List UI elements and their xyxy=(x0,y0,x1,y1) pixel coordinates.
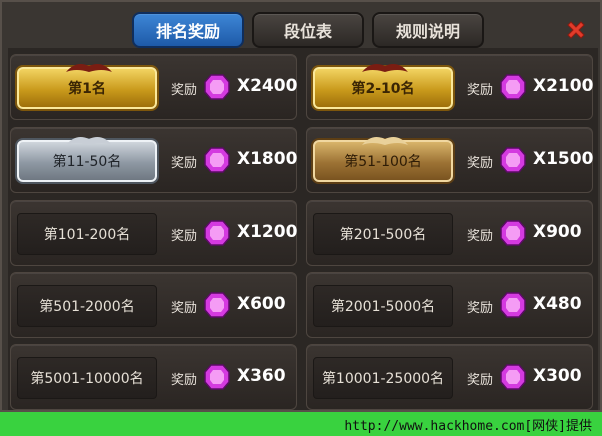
reward-row: 第101-200名 奖励 X1200 xyxy=(10,200,297,266)
watermark-footer: http://www.hackhome.com[网侠]提供 xyxy=(0,412,602,436)
gem-icon xyxy=(500,364,526,390)
rank-label: 第501-2000名 xyxy=(39,299,135,315)
reward-row: 第2-10名 奖励 X2100 xyxy=(306,54,593,120)
reward-label: 奖励 xyxy=(467,83,494,98)
reward-label: 奖励 xyxy=(171,83,198,98)
rank-label: 第1名 xyxy=(68,81,106,97)
reward-row: 第201-500名 奖励 X900 xyxy=(306,200,593,266)
crest-ornament xyxy=(362,64,408,72)
reward-quantity: X360 xyxy=(237,366,286,386)
ranking-reward-window: 排名奖励 段位表 规则说明 第1名 奖励 X2400 第2-10名 奖励 X21… xyxy=(0,0,602,412)
gem-icon xyxy=(500,147,526,173)
reward-quantity: X2100 xyxy=(533,76,594,96)
rank-badge: 第1名 xyxy=(17,64,157,109)
reward-quantity: X1500 xyxy=(533,149,594,169)
rank-label: 第11-50名 xyxy=(52,154,122,170)
gem-icon xyxy=(204,74,230,100)
rank-label: 第201-500名 xyxy=(339,227,427,243)
reward-quantity: X1200 xyxy=(237,222,298,242)
gem-icon xyxy=(204,147,230,173)
close-button[interactable] xyxy=(564,18,588,42)
reward-quantity: X900 xyxy=(533,222,582,242)
reward-label: 奖励 xyxy=(467,156,494,171)
rank-badge: 第101-200名 xyxy=(17,213,157,255)
reward-label: 奖励 xyxy=(171,156,198,171)
reward-quantity: X480 xyxy=(533,294,582,314)
reward-row: 第51-100名 奖励 X1500 xyxy=(306,127,593,193)
reward-row: 第2001-5000名 奖励 X480 xyxy=(306,272,593,338)
reward-quantity: X600 xyxy=(237,294,286,314)
rank-badge: 第10001-25000名 xyxy=(313,357,453,399)
crest-ornament xyxy=(66,137,112,145)
tab-rules[interactable]: 规则说明 xyxy=(372,12,484,48)
rank-label: 第10001-25000名 xyxy=(321,371,445,387)
reward-label: 奖励 xyxy=(171,229,198,244)
tab-tier-table[interactable]: 段位表 xyxy=(252,12,364,48)
rank-label: 第5001-10000名 xyxy=(30,371,144,387)
reward-label: 奖励 xyxy=(467,373,494,388)
rank-badge: 第5001-10000名 xyxy=(17,357,157,399)
reward-row: 第10001-25000名 奖励 X300 xyxy=(306,344,593,410)
crest-ornament xyxy=(66,64,112,72)
gem-icon xyxy=(500,292,526,318)
rank-badge: 第201-500名 xyxy=(313,213,453,255)
crest-ornament xyxy=(362,137,408,145)
reward-quantity: X1800 xyxy=(237,149,298,169)
rank-label: 第101-200名 xyxy=(43,227,131,243)
rank-badge: 第2001-5000名 xyxy=(313,285,453,327)
watermark-text: http://www.hackhome.com[网侠]提供 xyxy=(344,418,592,434)
gem-icon xyxy=(204,292,230,318)
rank-badge: 第11-50名 xyxy=(17,137,157,182)
reward-row: 第501-2000名 奖励 X600 xyxy=(10,272,297,338)
reward-quantity: X2400 xyxy=(237,76,298,96)
reward-row: 第11-50名 奖励 X1800 xyxy=(10,127,297,193)
reward-quantity: X300 xyxy=(533,366,582,386)
rank-badge: 第501-2000名 xyxy=(17,285,157,327)
reward-label: 奖励 xyxy=(467,229,494,244)
gem-icon xyxy=(500,74,526,100)
rank-label: 第2-10名 xyxy=(351,81,415,97)
tab-bar: 排名奖励 段位表 规则说明 xyxy=(132,12,484,48)
rank-badge: 第51-100名 xyxy=(313,137,453,182)
rank-label: 第2001-5000名 xyxy=(330,299,436,315)
reward-row: 第1名 奖励 X2400 xyxy=(10,54,297,120)
gem-icon xyxy=(204,364,230,390)
reward-label: 奖励 xyxy=(171,301,198,316)
reward-label: 奖励 xyxy=(171,373,198,388)
rank-label: 第51-100名 xyxy=(344,154,422,170)
rank-badge: 第2-10名 xyxy=(313,64,453,109)
close-icon xyxy=(567,21,585,39)
reward-label: 奖励 xyxy=(467,301,494,316)
tab-ranking-rewards[interactable]: 排名奖励 xyxy=(132,12,244,48)
gem-icon xyxy=(500,220,526,246)
reward-row: 第5001-10000名 奖励 X360 xyxy=(10,344,297,410)
gem-icon xyxy=(204,220,230,246)
